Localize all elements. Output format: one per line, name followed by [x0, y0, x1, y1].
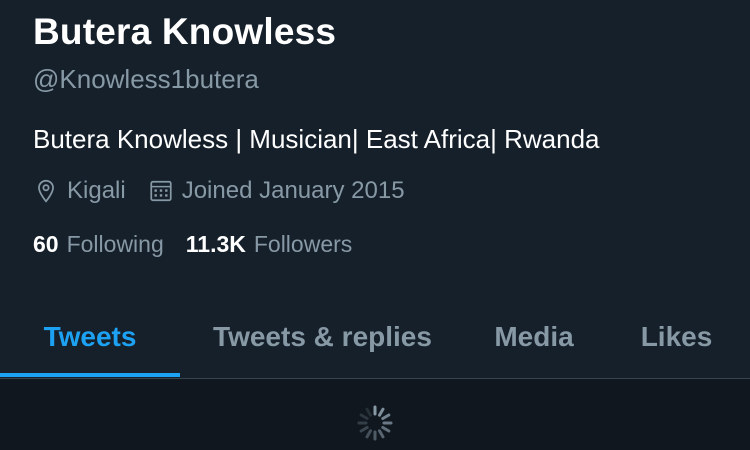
tab-likes[interactable]: Likes — [603, 300, 750, 374]
followers-label: Followers — [253, 231, 353, 257]
tab-tweets-and-replies[interactable]: Tweets & replies — [180, 300, 465, 374]
loading-spinner-icon — [357, 405, 393, 441]
profile-joined-text: Joined January 2015 — [181, 177, 405, 204]
followers-count: 11.3K — [185, 231, 246, 257]
location-pin-icon — [38, 179, 54, 203]
profile-screen: Butera Knowless @Knowless1butera Butera … — [0, 0, 750, 450]
profile-stats: 60 Following 11.3K Followers — [33, 229, 730, 259]
followers-link[interactable]: 11.3K Followers — [186, 229, 353, 259]
profile-meta: Kigali Joined January 2015 — [33, 175, 730, 207]
following-link[interactable]: 60 Following — [33, 229, 164, 259]
profile-handle: @Knowless1butera — [33, 64, 259, 94]
following-label: Following — [66, 231, 164, 257]
profile-tabs: Tweets Tweets & replies Media Likes — [0, 300, 750, 379]
tab-media[interactable]: Media — [465, 300, 603, 374]
profile-location: Kigali — [33, 175, 126, 207]
tab-tweets[interactable]: Tweets — [0, 300, 180, 374]
following-count: 60 — [33, 231, 59, 257]
profile-header: Butera Knowless @Knowless1butera Butera … — [33, 10, 730, 259]
active-tab-indicator — [0, 373, 180, 377]
profile-joined: Joined January 2015 — [148, 175, 405, 207]
profile-bio: Butera Knowless | Musician| East Africa|… — [33, 124, 600, 154]
profile-location-text: Kigali — [67, 177, 126, 204]
calendar-icon — [150, 180, 172, 202]
profile-display-name: Butera Knowless — [33, 11, 337, 52]
